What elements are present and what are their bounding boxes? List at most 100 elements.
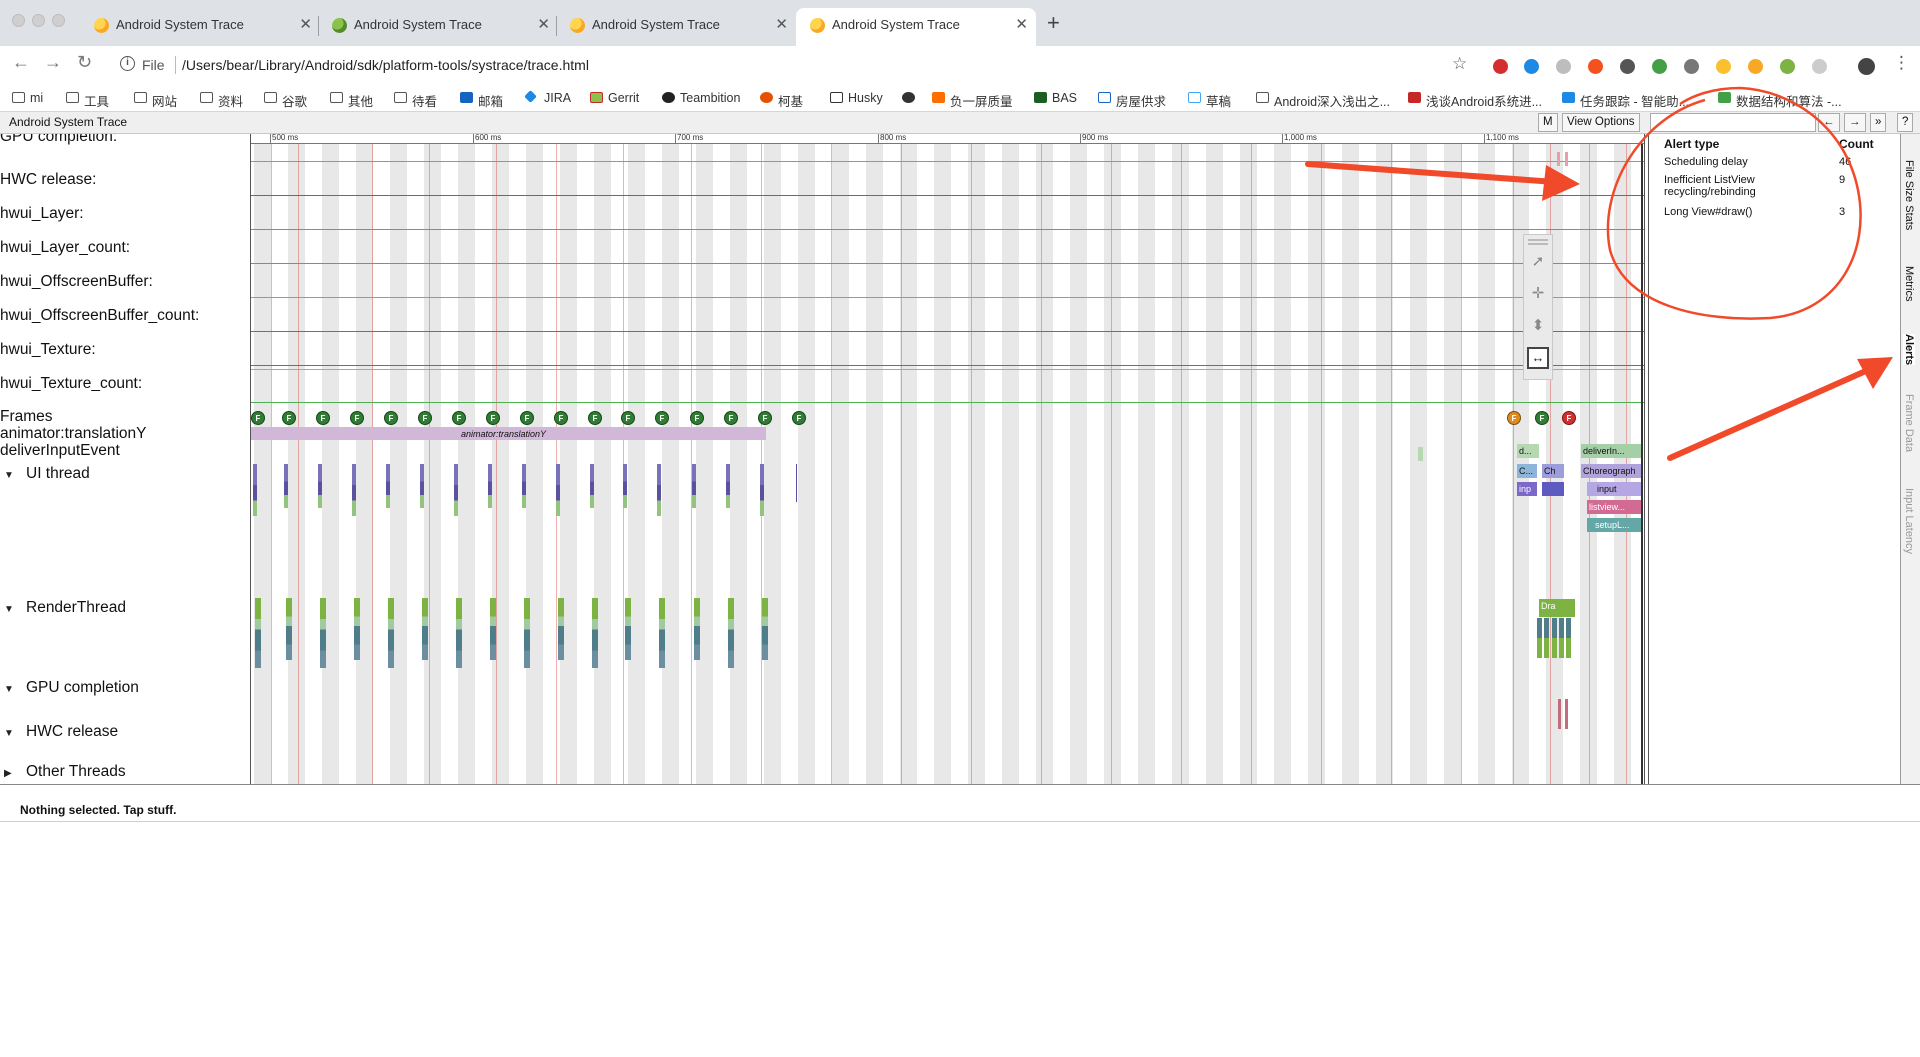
ui-thread-slice[interactable] bbox=[623, 464, 627, 508]
alert-marker-line[interactable] bbox=[1041, 144, 1042, 784]
frame-marker[interactable]: F bbox=[418, 411, 432, 425]
render-thread-slice[interactable] bbox=[422, 598, 428, 660]
render-thread-slice[interactable] bbox=[255, 598, 261, 668]
find-more-button[interactable]: » bbox=[1870, 113, 1887, 132]
render-thread-slice[interactable] bbox=[659, 598, 665, 668]
bookmark-item[interactable]: 谷歌 bbox=[264, 91, 307, 110]
ui-slice[interactable] bbox=[1542, 482, 1564, 496]
ui-thread-slice[interactable] bbox=[454, 464, 458, 516]
deliver-input-slice[interactable]: deliverIn... bbox=[1581, 444, 1642, 458]
alert-marker-line[interactable] bbox=[1391, 144, 1392, 784]
track-group-gpu-completion[interactable]: ▼ GPU completion bbox=[0, 679, 139, 697]
bookmark-item[interactable]: Gerrit bbox=[590, 91, 639, 105]
setup-slice[interactable]: setupL... bbox=[1587, 518, 1642, 532]
extension-icon[interactable] bbox=[1812, 59, 1827, 74]
render-thread-slice[interactable] bbox=[286, 598, 292, 660]
site-info-icon[interactable]: i bbox=[120, 56, 135, 71]
bookmark-item[interactable]: mi bbox=[12, 91, 43, 105]
hwc-release-slice[interactable] bbox=[1557, 152, 1560, 166]
bookmark-item[interactable]: 资料 bbox=[200, 91, 243, 110]
tab-frame-data[interactable]: Frame Data bbox=[1903, 394, 1915, 452]
browser-tab[interactable]: Android System Trace ✕ bbox=[80, 8, 320, 46]
collapse-caret-icon[interactable]: ▶ bbox=[4, 768, 18, 779]
ui-slice[interactable]: inp bbox=[1517, 482, 1537, 496]
deliver-input-slice[interactable]: d... bbox=[1517, 444, 1539, 458]
ui-thread-slice[interactable] bbox=[352, 464, 356, 516]
bookmark-item[interactable]: Android深入浅出之... bbox=[1256, 91, 1390, 110]
render-thread-slice[interactable] bbox=[558, 598, 564, 660]
browser-tab[interactable]: Android System Trace ✕ bbox=[318, 8, 558, 46]
ui-thread-slice[interactable] bbox=[726, 464, 730, 508]
render-thread-slice[interactable] bbox=[524, 598, 530, 668]
render-thread-slice[interactable] bbox=[1559, 618, 1564, 658]
ui-thread-slice[interactable] bbox=[488, 464, 492, 508]
hwc-release-slice[interactable] bbox=[1565, 152, 1568, 166]
alert-marker-line[interactable] bbox=[496, 144, 497, 784]
alert-marker-line[interactable] bbox=[971, 144, 972, 784]
profile-avatar[interactable] bbox=[1858, 58, 1875, 75]
bookmark-item[interactable]: 柯基 bbox=[760, 91, 803, 110]
browser-tab-active[interactable]: Android System Trace ✕ bbox=[796, 8, 1036, 46]
track-group-render-thread[interactable]: ▼ RenderThread bbox=[0, 599, 126, 617]
render-thread-slice[interactable] bbox=[728, 598, 734, 668]
tab-close-icon[interactable]: ✕ bbox=[775, 8, 788, 42]
bookmark-item[interactable]: 负一屏质量 bbox=[932, 91, 1013, 110]
ui-thread-slice[interactable] bbox=[556, 464, 560, 516]
extension-icon[interactable] bbox=[1684, 59, 1699, 74]
frame-marker[interactable]: F bbox=[316, 411, 330, 425]
timing-tool-icon[interactable]: ↔ bbox=[1527, 347, 1549, 369]
window-zoom-dot[interactable] bbox=[52, 14, 65, 27]
track-group-other-threads[interactable]: ▶ Other Threads bbox=[0, 763, 126, 781]
ui-thread-slice[interactable] bbox=[284, 464, 288, 508]
ui-thread-slice[interactable] bbox=[760, 464, 764, 516]
ui-thread-slice[interactable] bbox=[796, 464, 797, 502]
frame-marker[interactable]: F bbox=[350, 411, 364, 425]
expand-caret-icon[interactable]: ▼ bbox=[4, 604, 18, 615]
input-slice[interactable]: input bbox=[1587, 482, 1642, 496]
frame-marker[interactable]: F bbox=[384, 411, 398, 425]
extension-icon[interactable] bbox=[1748, 59, 1763, 74]
zoom-tool-icon[interactable]: ⬍ bbox=[1527, 315, 1549, 337]
render-thread-slice[interactable] bbox=[456, 598, 462, 668]
frame-marker[interactable]: F bbox=[554, 411, 568, 425]
alert-marker-line[interactable] bbox=[298, 144, 299, 784]
frame-marker[interactable]: F bbox=[792, 411, 806, 425]
bookmark-item[interactable]: 其他 bbox=[330, 91, 373, 110]
track-group-ui-thread[interactable]: ▼ UI thread bbox=[0, 465, 90, 483]
ui-slice[interactable]: Ch bbox=[1542, 464, 1564, 478]
tab-file-size-stats[interactable]: File Size Stats bbox=[1903, 160, 1915, 230]
bookmark-item[interactable]: 房屋供求 bbox=[1098, 91, 1166, 110]
frame-marker[interactable]: F bbox=[1562, 411, 1576, 425]
bookmark-item[interactable]: 待看 bbox=[394, 91, 437, 110]
frame-marker[interactable]: F bbox=[1535, 411, 1549, 425]
render-slice[interactable]: Dra bbox=[1539, 599, 1575, 617]
help-button[interactable]: ? bbox=[1897, 113, 1914, 132]
frame-marker[interactable]: F bbox=[520, 411, 534, 425]
extension-icon[interactable] bbox=[1524, 59, 1539, 74]
listview-slice[interactable]: listview... bbox=[1587, 500, 1642, 514]
bookmark-item[interactable]: 工具 bbox=[66, 91, 109, 110]
find-input[interactable] bbox=[1650, 113, 1816, 132]
tab-close-icon[interactable]: ✕ bbox=[299, 8, 312, 42]
render-thread-slice[interactable] bbox=[1566, 618, 1571, 658]
frame-marker[interactable]: F bbox=[588, 411, 602, 425]
ui-thread-slice[interactable] bbox=[692, 464, 696, 508]
choreographer-slice[interactable]: Choreograph bbox=[1581, 464, 1642, 478]
new-tab-button[interactable]: + bbox=[1047, 10, 1060, 36]
render-thread-slice[interactable] bbox=[762, 598, 768, 660]
window-minimize-dot[interactable] bbox=[32, 14, 45, 27]
expand-caret-icon[interactable]: ▼ bbox=[4, 470, 18, 481]
view-options-button[interactable]: View Options bbox=[1562, 113, 1640, 132]
ui-thread-slice[interactable] bbox=[318, 464, 322, 508]
bookmark-item[interactable]: Husky bbox=[830, 91, 883, 105]
ui-thread-slice[interactable] bbox=[657, 464, 661, 516]
render-thread-slice[interactable] bbox=[388, 598, 394, 668]
alert-marker-line[interactable] bbox=[429, 144, 430, 784]
alerts-column-header[interactable]: Alert type bbox=[1664, 137, 1719, 151]
alert-marker-line[interactable] bbox=[1513, 144, 1514, 784]
bookmark-item[interactable]: 浅谈Android系统进... bbox=[1408, 91, 1542, 110]
alert-marker-line[interactable] bbox=[1111, 144, 1112, 784]
tab-alerts[interactable]: Alerts bbox=[1903, 334, 1915, 366]
window-close-dot[interactable] bbox=[12, 14, 25, 27]
ui-slice[interactable] bbox=[1418, 447, 1423, 461]
